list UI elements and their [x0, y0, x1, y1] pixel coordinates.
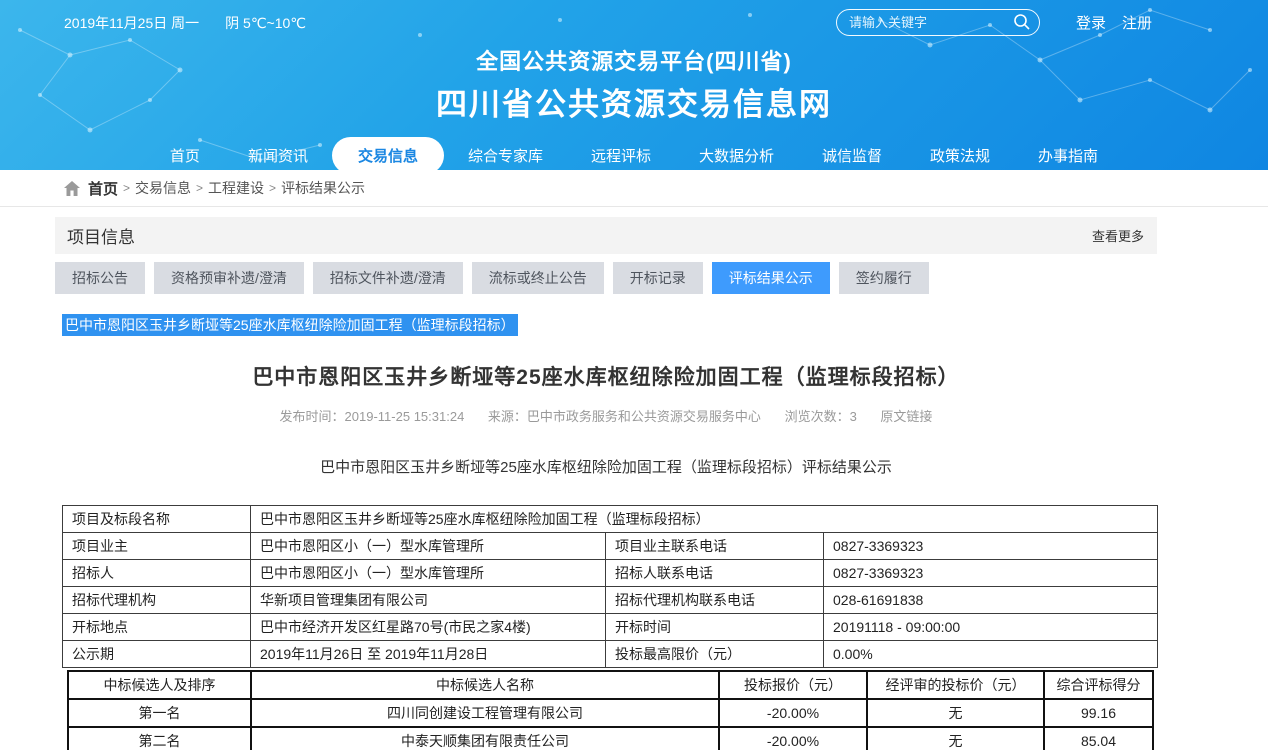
table-header-row: 中标候选人及排序 中标候选人名称 投标报价（元） 经评审的投标价（元） 综合评标…	[68, 671, 1153, 699]
nav-item-expert-pool[interactable]: 综合专家库	[444, 137, 567, 170]
nav-item-guide[interactable]: 办事指南	[1014, 137, 1122, 170]
view-count: 浏览次数：3	[785, 409, 857, 424]
candidate-reviewed-price: 无	[867, 699, 1044, 727]
tab-eval-result[interactable]: 评标结果公示	[712, 262, 830, 294]
breadcrumb-trade-info[interactable]: 交易信息	[135, 178, 191, 198]
tab-prequalification-supplement[interactable]: 资格预审补遗/澄清	[154, 262, 304, 294]
original-link[interactable]: 原文链接	[880, 409, 932, 424]
info-value: 0827-3369323	[824, 533, 1158, 560]
tab-bid-announcement[interactable]: 招标公告	[55, 262, 145, 294]
table-row: 第二名 中泰天顺集团有限责任公司 -20.00% 无 85.04	[68, 727, 1153, 750]
table-row: 招标人 巴中市恩阳区小（一）型水库管理所 招标人联系电话 0827-336932…	[63, 560, 1158, 587]
article-meta: 发布时间：2019-11-25 15:31:24 来源：巴中市政务服务和公共资源…	[55, 406, 1157, 425]
col-header-rank: 中标候选人及排序	[68, 671, 251, 699]
login-link[interactable]: 登录	[1076, 12, 1106, 33]
site-header: 2019年11月25日 周一 阴 5℃~10℃ 登录 注册 全国公共资源交易平台(…	[0, 0, 1268, 170]
date-weather: 2019年11月25日 周一 阴 5℃~10℃	[64, 13, 332, 33]
candidate-name: 四川同创建设工程管理有限公司	[251, 699, 719, 727]
topbar: 2019年11月25日 周一 阴 5℃~10℃ 登录 注册	[0, 0, 1268, 36]
breadcrumb-separator: >	[123, 181, 130, 195]
col-header-score: 综合评标得分	[1044, 671, 1153, 699]
table-row: 项目业主 巴中市恩阳区小（一）型水库管理所 项目业主联系电话 0827-3369…	[63, 533, 1158, 560]
project-tabs: 招标公告 资格预审补遗/澄清 招标文件补遗/澄清 流标或终止公告 开标记录 评标…	[55, 262, 1157, 294]
project-link-selected[interactable]: 巴中市恩阳区玉井乡断垭等25座水库枢纽除险加固工程（监理标段招标）	[62, 314, 518, 336]
section-title: 项目信息	[67, 223, 135, 248]
main-nav: 首页 新闻资讯 交易信息 综合专家库 远程评标 大数据分析 诚信监督 政策法规 …	[0, 137, 1268, 170]
info-label: 开标时间	[606, 614, 824, 641]
tab-bid-opening-record[interactable]: 开标记录	[613, 262, 703, 294]
platform-title: 全国公共资源交易平台(四川省)	[0, 44, 1268, 76]
table-row: 开标地点 巴中市经济开发区红星路70号(市民之家4楼) 开标时间 2019111…	[63, 614, 1158, 641]
nav-item-integrity[interactable]: 诚信监督	[798, 137, 906, 170]
col-header-price: 投标报价（元）	[719, 671, 867, 699]
breadcrumb-separator: >	[196, 181, 203, 195]
info-label: 项目业主联系电话	[606, 533, 824, 560]
candidate-price: -20.00%	[719, 699, 867, 727]
info-value: 巴中市恩阳区玉井乡断垭等25座水库枢纽除险加固工程（监理标段招标）	[251, 506, 1158, 533]
search-input[interactable]	[836, 9, 1040, 36]
weather-text: 阴 5℃~10℃	[225, 15, 306, 31]
info-label: 投标最高限价（元）	[606, 641, 824, 668]
tab-contract-performance[interactable]: 签约履行	[839, 262, 929, 294]
info-value: 0827-3369323	[824, 560, 1158, 587]
info-label: 公示期	[63, 641, 251, 668]
nav-item-big-data[interactable]: 大数据分析	[675, 137, 798, 170]
candidate-rank: 第一名	[68, 699, 251, 727]
info-value: 巴中市恩阳区小（一）型水库管理所	[251, 533, 606, 560]
table-row: 项目及标段名称 巴中市恩阳区玉井乡断垭等25座水库枢纽除险加固工程（监理标段招标…	[63, 506, 1158, 533]
table-row: 公示期 2019年11月26日 至 2019年11月28日 投标最高限价（元） …	[63, 641, 1158, 668]
candidate-name: 中泰天顺集团有限责任公司	[251, 727, 719, 750]
view-more-link[interactable]: 查看更多	[1092, 226, 1144, 245]
info-label: 项目及标段名称	[63, 506, 251, 533]
tab-bid-doc-supplement[interactable]: 招标文件补遗/澄清	[313, 262, 463, 294]
info-label: 项目业主	[63, 533, 251, 560]
search-box	[836, 9, 1040, 36]
info-label: 招标人	[63, 560, 251, 587]
info-label: 招标人联系电话	[606, 560, 824, 587]
candidates-table: 中标候选人及排序 中标候选人名称 投标报价（元） 经评审的投标价（元） 综合评标…	[67, 670, 1154, 750]
info-value: 巴中市恩阳区小（一）型水库管理所	[251, 560, 606, 587]
project-info-table: 项目及标段名称 巴中市恩阳区玉井乡断垭等25座水库枢纽除险加固工程（监理标段招标…	[62, 505, 1158, 668]
info-value: 20191118 - 09:00:00	[824, 614, 1158, 641]
info-label: 招标代理机构	[63, 587, 251, 614]
search-icon[interactable]	[1013, 13, 1031, 31]
source: 来源：巴中市政务服务和公共资源交易服务中心	[488, 409, 761, 424]
register-link[interactable]: 注册	[1122, 12, 1152, 33]
breadcrumb-eval-result[interactable]: 评标结果公示	[281, 178, 365, 198]
article-title: 巴中市恩阳区玉井乡断垭等25座水库枢纽除险加固工程（监理标段招标）	[55, 361, 1157, 391]
info-label: 开标地点	[63, 614, 251, 641]
breadcrumb-home[interactable]: 首页	[88, 178, 118, 199]
info-value: 0.00%	[824, 641, 1158, 668]
info-value: 2019年11月26日 至 2019年11月28日	[251, 641, 606, 668]
col-header-name: 中标候选人名称	[251, 671, 719, 699]
nav-item-trade-info[interactable]: 交易信息	[332, 137, 444, 170]
info-value: 华新项目管理集团有限公司	[251, 587, 606, 614]
nav-item-news[interactable]: 新闻资讯	[224, 137, 332, 170]
table-row: 招标代理机构 华新项目管理集团有限公司 招标代理机构联系电话 028-61691…	[63, 587, 1158, 614]
article-subtitle: 巴中市恩阳区玉井乡断垭等25座水库枢纽除险加固工程（监理标段招标）评标结果公示	[55, 456, 1157, 477]
nav-item-policy[interactable]: 政策法规	[906, 137, 1014, 170]
info-value: 028-61691838	[824, 587, 1158, 614]
table-row: 第一名 四川同创建设工程管理有限公司 -20.00% 无 99.16	[68, 699, 1153, 727]
breadcrumb: 首页 > 交易信息 > 工程建设 > 评标结果公示	[0, 170, 1268, 207]
breadcrumb-engineering[interactable]: 工程建设	[208, 178, 264, 198]
candidate-rank: 第二名	[68, 727, 251, 750]
site-title: 四川省公共资源交易信息网	[0, 79, 1268, 124]
home-icon	[64, 181, 80, 196]
date-text: 2019年11月25日 周一	[64, 15, 199, 31]
candidate-reviewed-price: 无	[867, 727, 1044, 750]
project-info-bar: 项目信息 查看更多	[55, 217, 1157, 254]
info-label: 招标代理机构联系电话	[606, 587, 824, 614]
breadcrumb-separator: >	[269, 181, 276, 195]
col-header-reviewed-price: 经评审的投标价（元）	[867, 671, 1044, 699]
publish-time: 发布时间：2019-11-25 15:31:24	[280, 409, 465, 424]
info-value: 巴中市经济开发区红星路70号(市民之家4楼)	[251, 614, 606, 641]
nav-item-home[interactable]: 首页	[146, 137, 224, 170]
candidate-score: 99.16	[1044, 699, 1153, 727]
tab-failed-or-terminated[interactable]: 流标或终止公告	[472, 262, 604, 294]
nav-item-remote-eval[interactable]: 远程评标	[567, 137, 675, 170]
candidate-score: 85.04	[1044, 727, 1153, 750]
content-container: 项目信息 查看更多 招标公告 资格预审补遗/澄清 招标文件补遗/澄清 流标或终止…	[55, 207, 1157, 750]
candidate-price: -20.00%	[719, 727, 867, 750]
